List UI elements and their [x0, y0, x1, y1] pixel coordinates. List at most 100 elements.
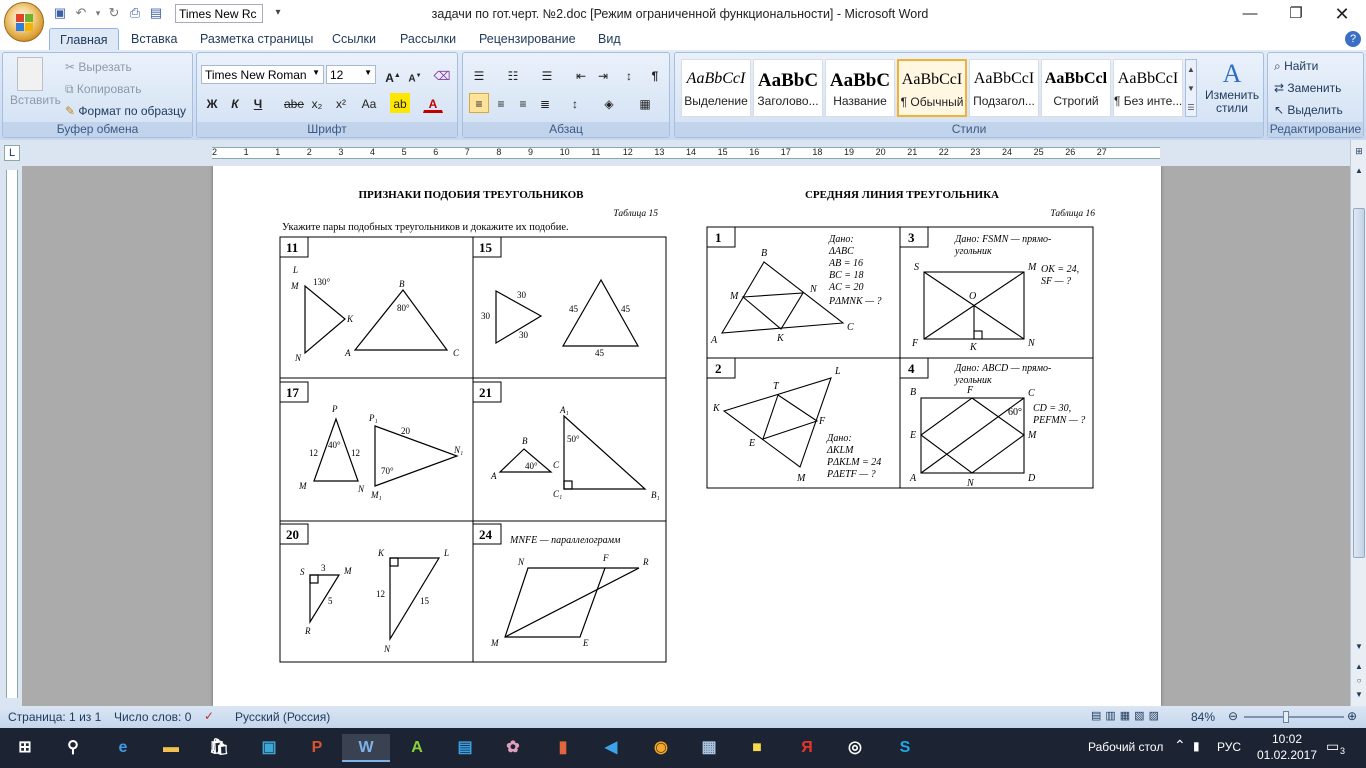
firefox-icon[interactable]: ◉ [646, 734, 676, 762]
spellcheck-icon[interactable]: ✓ [204, 709, 214, 723]
font-color-icon[interactable]: A [423, 93, 443, 113]
sticky-notes-icon[interactable]: ■ [742, 734, 772, 762]
tray-expand-icon[interactable]: ⌃ [1174, 737, 1186, 754]
change-case-button[interactable]: Aa [355, 93, 383, 113]
close-button[interactable]: ✕ [1319, 0, 1365, 28]
explorer-icon[interactable]: ▬ [156, 734, 186, 762]
shading-icon[interactable]: ◈ [599, 93, 619, 113]
sort-icon[interactable]: ↕ [619, 65, 639, 85]
zoom-slider[interactable] [1244, 716, 1344, 718]
browse-object-icon[interactable]: ○ [1353, 676, 1365, 685]
align-left-icon[interactable]: ≡ [469, 93, 489, 113]
scroll-down-icon[interactable]: ▼ [1353, 642, 1365, 651]
font-size-box[interactable]: 12 ▼ [326, 65, 376, 84]
vertical-ruler-strip[interactable] [6, 170, 18, 698]
format-painter-button[interactable]: ✎ Формат по образцу [65, 104, 186, 118]
justify-icon[interactable]: ≣ [535, 93, 555, 113]
ruler-strip[interactable]: 2 1 1 2 3 4 5 6 7 8 9 10 11 12 13 14 15 16 17 18 19 20 21 22 23 2… [212, 147, 1160, 159]
undo-icon[interactable]: ↶ [73, 5, 89, 21]
style-no-spacing[interactable]: AaBbCcI ¶ Без инте... [1113, 59, 1183, 117]
select-button[interactable]: ↖ Выделить [1274, 103, 1343, 117]
skype-icon[interactable]: S [890, 734, 920, 762]
speaker-app-icon[interactable]: ◀ [596, 734, 626, 762]
tab-page-layout[interactable]: Разметка страницы [190, 28, 323, 50]
start-icon[interactable]: ⊞ [10, 734, 40, 762]
edge-icon[interactable]: e [108, 734, 138, 762]
page[interactable]: ПРИЗНАКИ ПОДОБИЯ ТРЕУГОЛЬНИКОВ Таблица 1… [213, 166, 1161, 706]
network-icon[interactable]: ▮ [1193, 739, 1200, 753]
styles-scroll[interactable]: ▲ ▼ ☰ [1185, 59, 1197, 117]
prev-page-icon[interactable]: ▲ [1353, 662, 1365, 671]
page-count[interactable]: Страница: 1 из 1 [8, 710, 101, 724]
paint-icon[interactable]: ✿ [498, 734, 528, 762]
multilevel-list-icon[interactable]: ☰ [537, 65, 557, 85]
paste-button[interactable]: Вставить [10, 93, 61, 107]
customize-qat-icon[interactable]: ▾ [270, 5, 286, 21]
style-emphasis[interactable]: AaBbCcI Выделение [681, 59, 751, 117]
clear-format-icon[interactable]: ⌫ [432, 65, 452, 85]
tab-insert[interactable]: Вставка [121, 28, 187, 50]
word-icon[interactable]: W [342, 734, 390, 762]
scroll-up-icon[interactable]: ▲ [1353, 166, 1365, 175]
desktop-toolbar[interactable]: Рабочий стол [1088, 740, 1163, 754]
tab-references[interactable]: Ссылки [322, 28, 386, 50]
print-icon[interactable]: ⎙ [127, 5, 143, 21]
borders-icon[interactable]: ▦ [635, 93, 655, 113]
cut-button[interactable]: ✂ Вырезать [65, 60, 132, 74]
ruler-toggle-icon[interactable]: ⊞ [1353, 146, 1365, 158]
language-indicator[interactable]: Русский (Россия) [235, 710, 330, 724]
style-heading1[interactable]: AaBbC Заголово... [753, 59, 823, 117]
search-icon[interactable]: ⚲ [58, 734, 88, 762]
app-icon-2[interactable]: ▤ [450, 734, 480, 762]
underline-button[interactable]: Ч [248, 93, 268, 113]
tab-review[interactable]: Рецензирование [469, 28, 586, 50]
decrease-indent-icon[interactable]: ⇤ [571, 65, 591, 85]
change-styles-button[interactable]: A Изменить стили [1205, 59, 1259, 115]
align-center-icon[interactable]: ≡ [491, 93, 511, 113]
copy-button[interactable]: ⧉ Копировать [65, 82, 142, 97]
qat-font-box[interactable]: Times New Rc [175, 4, 263, 23]
zoom-thumb[interactable] [1283, 711, 1289, 723]
font-name-box[interactable]: Times New Roman ▼ [201, 65, 324, 84]
clock-date[interactable]: 01.02.2017 [1255, 748, 1319, 762]
numbering-icon[interactable]: ☷ [503, 65, 523, 85]
next-page-icon[interactable]: ▼ [1353, 690, 1365, 699]
vertical-scrollbar[interactable]: ⊞ ▲ ▼ ▲ ○ ▼ [1350, 140, 1366, 706]
subscript-button[interactable]: x₂ [307, 93, 327, 113]
grow-font-icon[interactable]: A▲ [383, 65, 403, 85]
app-a-icon[interactable]: A [402, 734, 432, 762]
style-normal[interactable]: AaBbCcI ¶ Обычный [897, 59, 967, 117]
shrink-font-icon[interactable]: A▼ [405, 65, 425, 85]
scroll-thumb[interactable] [1353, 208, 1365, 558]
restore-button[interactable]: ❐ [1273, 0, 1319, 28]
minimize-button[interactable]: — [1227, 0, 1273, 28]
highlight-icon[interactable]: ab [390, 93, 410, 113]
tab-view[interactable]: Вид [588, 28, 631, 50]
find-button[interactable]: ⌕ Найти [1274, 59, 1318, 74]
align-right-icon[interactable]: ≡ [513, 93, 533, 113]
clock-time[interactable]: 10:02 [1265, 732, 1309, 746]
app-icon-4[interactable]: ▦ [694, 734, 724, 762]
line-spacing-icon[interactable]: ↕ [565, 93, 585, 113]
help-icon[interactable]: ? [1345, 31, 1361, 47]
style-strong[interactable]: AaBbCcl Строгий [1041, 59, 1111, 117]
layout-icon[interactable]: ▤ [148, 5, 164, 21]
view-buttons[interactable]: ▤▥▦▧▨ [1091, 709, 1179, 725]
save-icon[interactable]: ▣ [52, 5, 68, 21]
strike-button[interactable]: abe [283, 93, 304, 113]
tab-selector-icon[interactable]: L [4, 145, 20, 161]
app-icon-5[interactable]: ◎ [840, 734, 870, 762]
tab-mailings[interactable]: Рассылки [390, 28, 466, 50]
style-subtitle[interactable]: AaBbCcI Подзагол... [969, 59, 1039, 117]
bullets-icon[interactable]: ☰ [469, 65, 489, 85]
italic-button[interactable]: К [225, 93, 245, 113]
app-icon-3[interactable]: ▮ [548, 734, 578, 762]
zoom-out-icon[interactable]: ⊖ [1228, 709, 1238, 723]
show-marks-icon[interactable]: ¶ [645, 65, 665, 85]
input-language[interactable]: РУС [1217, 740, 1241, 754]
style-title[interactable]: AaBbC Название [825, 59, 895, 117]
superscript-button[interactable]: x² [331, 93, 351, 113]
powerpoint-icon[interactable]: P [302, 734, 332, 762]
replace-button[interactable]: ⇄ Заменить [1274, 81, 1341, 95]
store-icon[interactable]: 🛍 [204, 734, 234, 762]
